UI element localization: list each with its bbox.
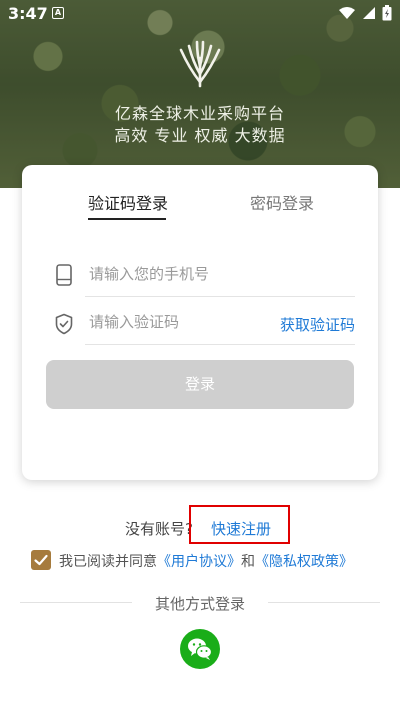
wifi-icon — [339, 7, 355, 19]
get-code-button[interactable]: 获取验证码 — [280, 314, 355, 335]
no-account-prompt: 没有账号? — [125, 520, 193, 538]
code-field: 获取验证码 — [85, 305, 355, 345]
status-time: 3:47 — [8, 4, 48, 23]
battery-icon — [382, 5, 392, 21]
phone-field — [85, 257, 355, 297]
privacy-policy-link[interactable]: 《隐私权政策》 — [255, 554, 353, 570]
agreement-text: 我已阅读并同意《用户协议》和《隐私权政策》 — [59, 551, 353, 571]
agreement-checkbox[interactable] — [31, 550, 51, 570]
tab-sms-login[interactable]: 验证码登录 — [88, 190, 168, 214]
wechat-icon — [188, 638, 213, 660]
other-login-label: 其他方式登录 — [154, 595, 245, 613]
hero-title: 亿森全球木业采购平台 — [114, 104, 285, 123]
check-icon — [34, 554, 48, 566]
phone-input[interactable] — [89, 265, 269, 283]
hero-banner — [0, 0, 400, 188]
agreement-prefix: 我已阅读并同意 — [59, 554, 157, 570]
phone-icon — [56, 264, 72, 286]
hero-slogan: 高效 专业 权威 大数据 — [114, 126, 286, 145]
status-bar: 3:47 A — [0, 0, 400, 28]
shield-icon — [55, 313, 73, 335]
tree-logo-icon — [179, 40, 221, 88]
login-button[interactable]: 登录 — [46, 360, 354, 409]
wechat-login-button[interactable] — [180, 629, 220, 669]
tab-password-login[interactable]: 密码登录 — [250, 190, 314, 214]
quick-register-link[interactable]: 快速注册 — [211, 518, 271, 539]
code-input[interactable] — [89, 313, 269, 331]
divider-right — [268, 602, 380, 603]
user-agreement-link[interactable]: 《用户协议》 — [157, 554, 241, 570]
active-tab-indicator — [88, 218, 166, 220]
login-card: 验证码登录 密码登录 获取验证码 登录 — [22, 165, 378, 480]
notification-icon: A — [52, 7, 64, 19]
signal-icon — [363, 7, 375, 19]
agreement-and: 和 — [241, 554, 255, 570]
status-icons — [338, 5, 392, 21]
